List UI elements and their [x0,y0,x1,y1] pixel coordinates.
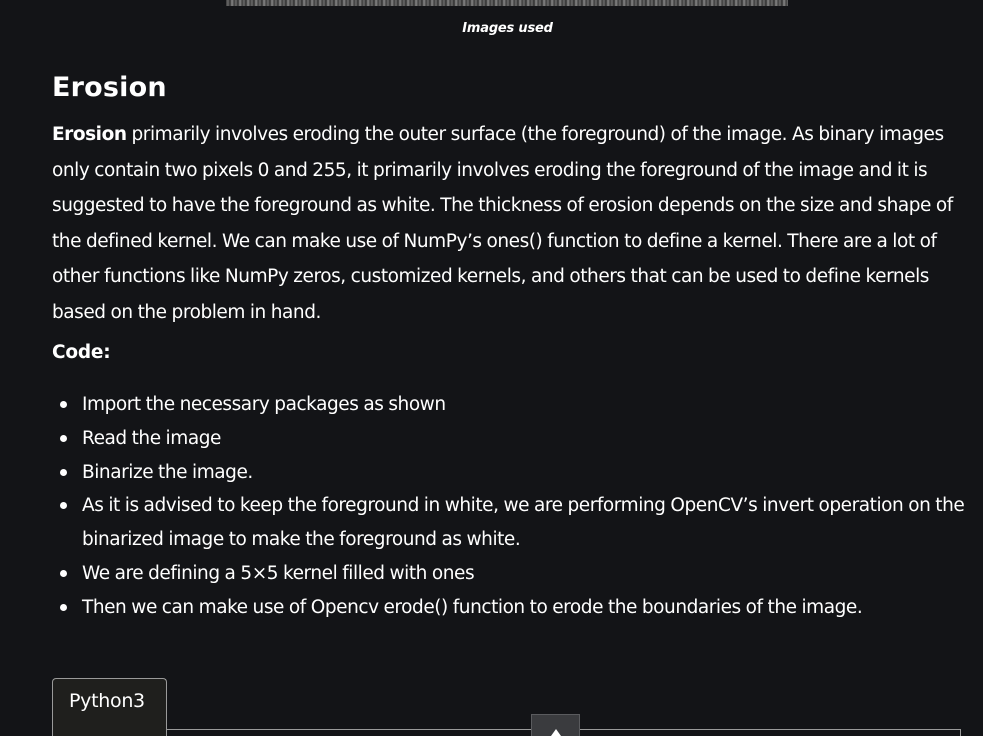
list-item: Read the image [60,422,972,456]
bullet-icon [60,569,67,577]
code-label: Code: [52,342,111,363]
list-item-text: Binarize the image. [82,461,253,483]
list-item: As it is advised to keep the foreground … [60,489,972,557]
bullet-icon [60,401,67,408]
image-caption: Images used [462,21,553,36]
bullet-icon [60,502,67,510]
steps-list: Import the necessary packages as shown R… [60,388,972,625]
tab-python3[interactable]: Python3 [52,678,167,736]
tab-label: Python3 [69,690,145,712]
article-image-strip [226,0,788,6]
intro-paragraph: Erosion primarily involves eroding the o… [52,117,967,330]
code-box-border-right [960,729,961,736]
list-item-text: Import the necessary packages as shown [82,394,446,415]
bullet-icon [60,468,67,476]
list-item-text: As it is advised to keep the foreground … [82,495,965,551]
section-heading: Erosion [52,72,167,103]
intro-text: primarily involves eroding the outer sur… [52,124,953,323]
list-item-text: Read the image [82,427,221,449]
bullet-icon [60,434,67,442]
intro-bold-term: Erosion [52,124,127,145]
bullet-icon [60,603,67,611]
chevron-up-icon [551,729,561,736]
list-item-text: Then we can make use of Opencv erode() f… [82,596,863,618]
list-item: Binarize the image. [60,456,972,490]
list-item: We are defining a 5×5 kernel filled with… [60,557,972,591]
list-item: Then we can make use of Opencv erode() f… [60,591,972,625]
scroll-to-top-button[interactable] [531,714,580,736]
list-item: Import the necessary packages as shown [60,388,972,422]
list-item-text: We are defining a 5×5 kernel filled with… [82,562,475,584]
